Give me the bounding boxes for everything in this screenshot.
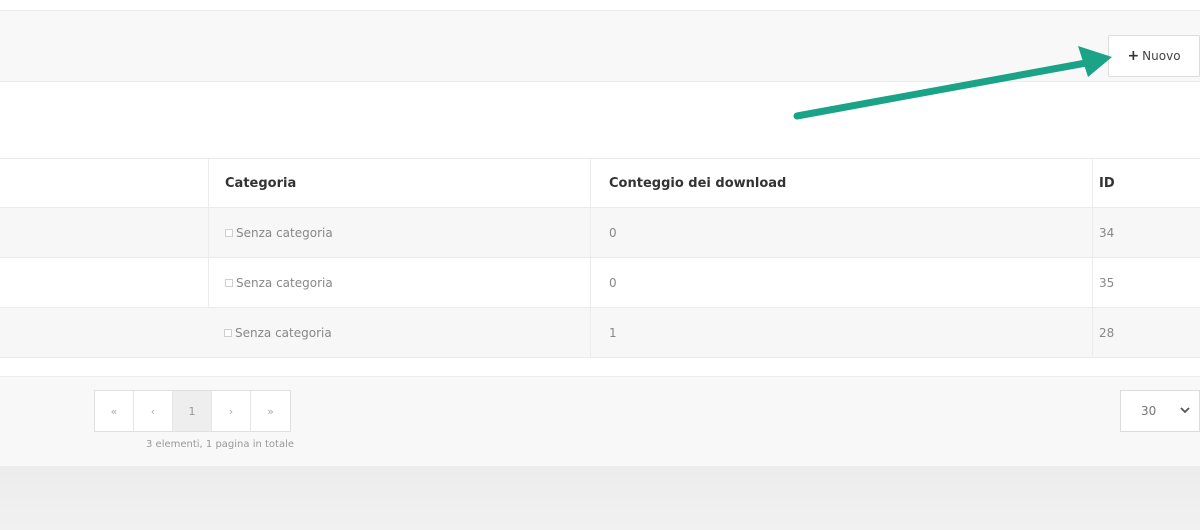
row-category-cell: Senza categoria: [208, 308, 590, 357]
toolbar: + Nuovo: [0, 10, 1200, 82]
category-checkbox-icon: [225, 228, 233, 237]
row-id: 35: [1092, 258, 1200, 307]
page-bottom-band: [0, 466, 1200, 530]
category-checkbox-icon: [224, 328, 232, 337]
chevron-down-icon: [1180, 407, 1190, 414]
first-page-button[interactable]: «: [95, 391, 134, 431]
column-header-download-count[interactable]: Conteggio dei download: [590, 159, 1092, 207]
downloads-table: Categoria Conteggio dei download ID Senz…: [0, 158, 1200, 358]
table-row[interactable]: Senza categoria 0 34: [0, 208, 1200, 258]
per-page-select[interactable]: 30: [1120, 390, 1200, 432]
row-category: Senza categoria: [235, 325, 332, 340]
prev-page-button[interactable]: ‹: [134, 391, 173, 431]
row-id: 28: [1092, 308, 1200, 357]
row-category: Senza categoria: [236, 225, 333, 240]
column-header-id[interactable]: ID: [1092, 159, 1200, 207]
new-button[interactable]: + Nuovo: [1108, 35, 1200, 77]
next-page-button[interactable]: ›: [212, 391, 251, 431]
per-page-value: 30: [1141, 404, 1157, 418]
row-download-count: 0: [590, 258, 1092, 307]
table-row[interactable]: Senza categoria 1 28: [0, 308, 1200, 358]
row-download-count: 0: [590, 208, 1092, 257]
row-category-cell: Senza categoria: [208, 258, 590, 307]
pagination: « ‹ 1 › »: [94, 390, 291, 432]
category-checkbox-icon: [225, 278, 233, 287]
current-page-button[interactable]: 1: [173, 391, 212, 431]
column-header-category[interactable]: Categoria: [208, 159, 590, 207]
new-button-label: Nuovo: [1142, 49, 1181, 63]
row-category: Senza categoria: [236, 275, 333, 290]
pagination-summary: 3 elementi, 1 pagina in totale: [146, 439, 295, 450]
row-download-count: 1: [590, 308, 1092, 357]
row-category-cell: Senza categoria: [208, 208, 590, 257]
plus-icon: +: [1127, 48, 1140, 64]
table-row[interactable]: Senza categoria 0 35: [0, 258, 1200, 308]
row-id: 34: [1092, 208, 1200, 257]
last-page-button[interactable]: »: [251, 391, 290, 431]
table-header: Categoria Conteggio dei download ID: [0, 158, 1200, 208]
table-footer: « ‹ 1 › » 3 elementi, 1 pagina in totale…: [0, 376, 1200, 466]
